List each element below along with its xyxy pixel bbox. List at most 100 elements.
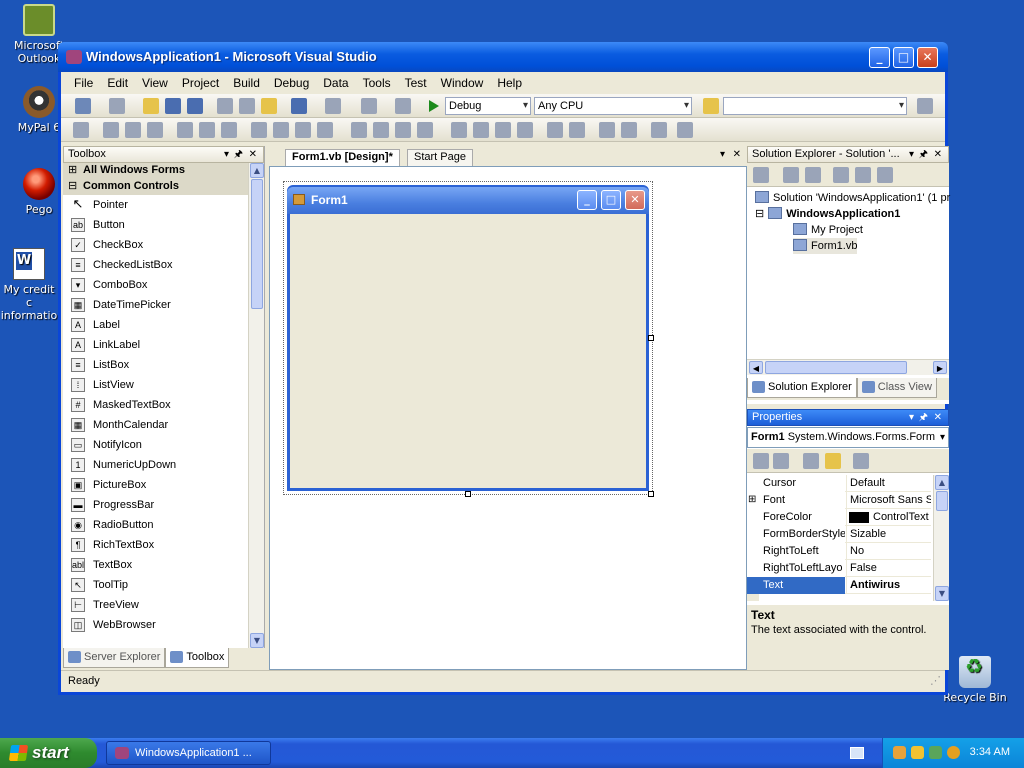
menu-window[interactable]: Window bbox=[434, 76, 491, 90]
find-in-files-icon[interactable] bbox=[703, 98, 719, 114]
new-project-icon[interactable] bbox=[75, 98, 91, 114]
align-centers-icon[interactable] bbox=[125, 122, 141, 138]
redo-icon[interactable] bbox=[325, 98, 341, 114]
property-value[interactable]: No bbox=[846, 543, 931, 560]
tab-class-view[interactable]: Class View bbox=[856, 378, 937, 398]
tab-start-page[interactable]: Start Page bbox=[407, 149, 473, 166]
window-position-icon[interactable]: ▾ bbox=[909, 147, 914, 162]
property-row-font[interactable]: Font Microsoft Sans Se ⊞ bbox=[747, 492, 931, 509]
align-lefts-icon[interactable] bbox=[103, 122, 119, 138]
make-same-width-icon[interactable] bbox=[251, 122, 267, 138]
property-value[interactable]: Sizable bbox=[846, 526, 931, 543]
auto-hide-pin-icon[interactable]: 🖈 bbox=[919, 410, 928, 425]
solution-configuration-combo[interactable]: Debug bbox=[445, 97, 531, 115]
center-vertically-icon[interactable] bbox=[569, 122, 585, 138]
toolbox-item-numericupdown[interactable]: 1 NumericUpDown bbox=[63, 455, 248, 475]
copy-icon[interactable] bbox=[239, 98, 255, 114]
desktop-icon-recycle-bin[interactable]: Recycle Bin bbox=[940, 656, 1010, 704]
resize-handle-bottom[interactable] bbox=[465, 491, 471, 497]
menu-test[interactable]: Test bbox=[398, 76, 434, 90]
menu-tools[interactable]: Tools bbox=[356, 76, 398, 90]
view-class-diagram-icon[interactable] bbox=[877, 167, 893, 183]
menu-view[interactable]: View bbox=[135, 76, 175, 90]
toolbox-item-notifyicon[interactable]: ▭ NotifyIcon bbox=[63, 435, 248, 455]
property-row-righttoleftlayo[interactable]: RightToLeftLayo False bbox=[747, 560, 931, 577]
show-all-files-icon[interactable] bbox=[783, 167, 799, 183]
tab-form1-design[interactable]: Form1.vb [Design]* bbox=[285, 149, 400, 166]
menu-help[interactable]: Help bbox=[490, 76, 529, 90]
view-designer-icon[interactable] bbox=[855, 167, 871, 183]
scroll-up-icon[interactable]: ▲ bbox=[935, 475, 949, 490]
toolbox-item-textbox[interactable]: abl TextBox bbox=[63, 555, 248, 575]
property-value[interactable]: False bbox=[846, 560, 931, 577]
align-rights-icon[interactable] bbox=[147, 122, 163, 138]
remove-horizontal-spacing-icon[interactable] bbox=[417, 122, 433, 138]
make-same-size-icon[interactable] bbox=[295, 122, 311, 138]
alphabetical-icon[interactable] bbox=[773, 453, 789, 469]
close-document-icon[interactable]: ✕ bbox=[733, 149, 741, 160]
scroll-thumb[interactable] bbox=[936, 491, 948, 511]
navigate-forward-icon[interactable] bbox=[395, 98, 411, 114]
tree-node-form1[interactable]: Form1.vb bbox=[793, 238, 858, 254]
find-combo[interactable] bbox=[723, 97, 907, 115]
menu-debug[interactable]: Debug bbox=[267, 76, 316, 90]
toolbox-item-pointer[interactable]: ↖ Pointer bbox=[63, 195, 248, 215]
tab-order-icon[interactable] bbox=[651, 122, 667, 138]
network-icon[interactable] bbox=[929, 746, 942, 759]
align-bottoms-icon[interactable] bbox=[221, 122, 237, 138]
open-folder-icon[interactable] bbox=[143, 98, 159, 114]
collapse-icon[interactable]: ⊟ bbox=[755, 208, 764, 220]
maximize-button[interactable]: □ bbox=[893, 47, 914, 68]
view-code-icon[interactable] bbox=[833, 167, 849, 183]
tree-node-solution[interactable]: Solution 'WindowsApplication1' (1 pr bbox=[755, 190, 950, 206]
toolbox-item-treeview[interactable]: ⊢ TreeView bbox=[63, 595, 248, 615]
tab-server-explorer[interactable]: Server Explorer bbox=[63, 648, 166, 668]
toolbox-item-listview[interactable]: ⁞ ListView bbox=[63, 375, 248, 395]
window-position-icon[interactable]: ▾ bbox=[909, 410, 914, 425]
decrease-vertical-spacing-icon[interactable] bbox=[495, 122, 511, 138]
close-panel-icon[interactable]: ✕ bbox=[934, 147, 942, 162]
save-all-icon[interactable] bbox=[187, 98, 203, 114]
toolbox-item-combobox[interactable]: ▾ ComboBox bbox=[63, 275, 248, 295]
toolbox-item-webbrowser[interactable]: ◫ WebBrowser bbox=[63, 615, 248, 635]
properties-view-icon[interactable] bbox=[803, 453, 819, 469]
remove-vertical-spacing-icon[interactable] bbox=[517, 122, 533, 138]
increase-vertical-spacing-icon[interactable] bbox=[473, 122, 489, 138]
property-row-formborderstyle[interactable]: FormBorderStyle Sizable bbox=[747, 526, 931, 543]
navigate-backward-icon[interactable] bbox=[361, 98, 377, 114]
toolbox-item-checkbox[interactable]: ✓ CheckBox bbox=[63, 235, 248, 255]
tree-node-project[interactable]: ⊟ WindowsApplication1 bbox=[755, 206, 900, 222]
solution-platform-combo[interactable]: Any CPU bbox=[534, 97, 692, 115]
property-row-cursor[interactable]: Cursor Default bbox=[747, 475, 931, 492]
solution-explorer-icon[interactable] bbox=[917, 98, 933, 114]
vertical-spacing-icon[interactable] bbox=[451, 122, 467, 138]
lock-controls-icon[interactable] bbox=[677, 122, 693, 138]
property-row-righttoleft[interactable]: RightToLeft No bbox=[747, 543, 931, 560]
toolbox-item-progressbar[interactable]: ▬ ProgressBar bbox=[63, 495, 248, 515]
toolbox-item-linklabel[interactable]: A LinkLabel bbox=[63, 335, 248, 355]
undo-icon[interactable] bbox=[291, 98, 307, 114]
expand-icon[interactable]: ⊞ bbox=[748, 492, 756, 508]
desktop-icon-credit-doc[interactable]: My credit c informatio bbox=[0, 248, 58, 322]
property-row-forecolor[interactable]: ForeColor ControlText bbox=[747, 509, 931, 526]
title-bar[interactable]: WindowsApplication1 - Microsoft Visual S… bbox=[58, 42, 948, 72]
toolbox-item-label[interactable]: A Label bbox=[63, 315, 248, 335]
cut-icon[interactable] bbox=[217, 98, 233, 114]
align-tops-icon[interactable] bbox=[177, 122, 193, 138]
align-to-grid-icon[interactable] bbox=[73, 122, 89, 138]
scroll-left-icon[interactable]: ◀ bbox=[749, 361, 763, 374]
toolbox-item-tooltip[interactable]: ↖ ToolTip bbox=[63, 575, 248, 595]
horizontal-spacing-icon[interactable] bbox=[351, 122, 367, 138]
scroll-down-icon[interactable]: ▼ bbox=[935, 586, 949, 601]
resize-handle-right[interactable] bbox=[648, 335, 654, 341]
tray-app-icon[interactable] bbox=[893, 746, 906, 759]
close-panel-icon[interactable]: ✕ bbox=[249, 147, 257, 162]
menu-build[interactable]: Build bbox=[226, 76, 267, 90]
toolbox-item-checkedlistbox[interactable]: ≡ CheckedListBox bbox=[63, 255, 248, 275]
property-value[interactable]: Antiwirus bbox=[846, 577, 931, 594]
toolbox-item-richtextbox[interactable]: ¶ RichTextBox bbox=[63, 535, 248, 555]
menu-data[interactable]: Data bbox=[316, 76, 355, 90]
scroll-thumb[interactable] bbox=[251, 179, 263, 309]
minimize-button[interactable]: _ bbox=[869, 47, 890, 68]
events-lightning-icon[interactable] bbox=[825, 453, 841, 469]
